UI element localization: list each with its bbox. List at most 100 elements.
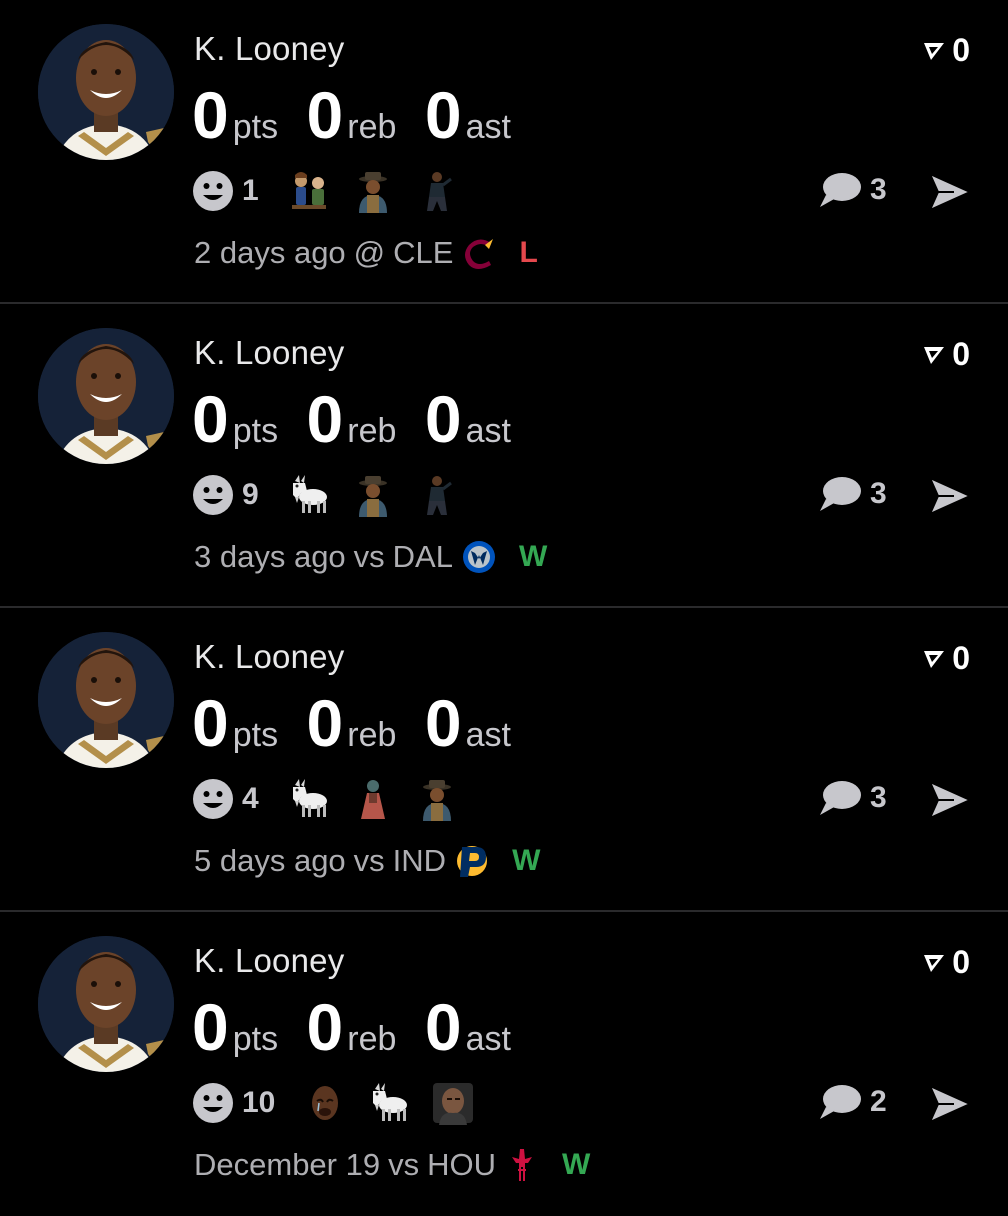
player-name[interactable]: K. Looney bbox=[194, 942, 344, 980]
feed-post[interactable]: K. Looney 0 pts 0 reb 0 ast 0 4 3 5 days ag… bbox=[0, 608, 1008, 912]
comment-icon bbox=[820, 477, 861, 511]
comments-button[interactable]: 2 bbox=[818, 1082, 887, 1122]
game-time: December 19 bbox=[194, 1147, 381, 1182]
hat-man-emoji[interactable] bbox=[415, 777, 459, 821]
toy-figures-emoji[interactable] bbox=[287, 169, 331, 213]
reactions-bar[interactable]: 9 bbox=[192, 472, 479, 518]
stat-line: 0 pts 0 reb 0 ast bbox=[192, 992, 535, 1062]
stat-points: 0 pts bbox=[192, 992, 278, 1062]
mavericks-logo bbox=[461, 539, 497, 575]
comments-button[interactable]: 3 bbox=[818, 474, 887, 514]
person-emoji[interactable] bbox=[351, 777, 395, 821]
game-result: L bbox=[519, 236, 538, 269]
stat-unit: ast bbox=[465, 108, 511, 146]
reaction-count: 1 bbox=[242, 174, 259, 207]
game-connector: @ bbox=[353, 235, 386, 270]
pacers-logo bbox=[454, 843, 490, 879]
stat-points: 0 pts bbox=[192, 80, 278, 150]
game-connector: vs bbox=[388, 1147, 420, 1182]
upvote-icon bbox=[924, 42, 945, 60]
goat-emoji[interactable] bbox=[367, 1081, 411, 1125]
share-icon[interactable] bbox=[928, 476, 972, 516]
stat-unit: reb bbox=[347, 108, 397, 146]
upvote-icon bbox=[924, 954, 945, 972]
upvote-button[interactable]: 0 bbox=[922, 32, 970, 69]
stat-unit: ast bbox=[465, 716, 511, 754]
stat-value: 0 bbox=[192, 990, 229, 1064]
reactions-bar[interactable]: 1 bbox=[192, 168, 479, 214]
share-icon[interactable] bbox=[928, 172, 972, 212]
goat-emoji[interactable] bbox=[287, 473, 331, 517]
share-icon[interactable] bbox=[928, 1084, 972, 1124]
feed-post[interactable]: K. Looney 0 pts 0 reb 0 ast 0 9 3 3 days ag… bbox=[0, 304, 1008, 608]
cavaliers-logo bbox=[461, 235, 497, 271]
player-avatar[interactable] bbox=[38, 328, 174, 464]
stat-assists: 0 ast bbox=[425, 688, 511, 758]
upvote-button[interactable]: 0 bbox=[922, 640, 970, 677]
smiley-icon[interactable] bbox=[192, 170, 234, 212]
dancing-man-emoji[interactable] bbox=[415, 473, 459, 517]
stat-unit: pts bbox=[232, 412, 279, 450]
crying-face-emoji[interactable] bbox=[303, 1081, 347, 1125]
goat-emoji[interactable] bbox=[287, 777, 331, 821]
opponent-abbr: IND bbox=[392, 843, 447, 878]
game-time: 5 days ago bbox=[194, 843, 346, 878]
stat-unit: reb bbox=[347, 1020, 397, 1058]
stat-unit: pts bbox=[232, 108, 279, 146]
dancing-man-emoji[interactable] bbox=[415, 169, 459, 213]
player-name[interactable]: K. Looney bbox=[194, 30, 344, 68]
smiley-icon[interactable] bbox=[192, 474, 234, 516]
comment-count: 3 bbox=[870, 781, 887, 814]
opponent-abbr: CLE bbox=[393, 235, 454, 270]
game-info[interactable]: December 19 vs HOU W bbox=[194, 1144, 590, 1186]
share-icon[interactable] bbox=[928, 780, 972, 820]
stat-unit: ast bbox=[465, 1020, 511, 1058]
player-name[interactable]: K. Looney bbox=[194, 638, 344, 676]
player-avatar[interactable] bbox=[38, 936, 174, 1072]
upvote-count: 0 bbox=[952, 336, 970, 372]
reactions-bar[interactable]: 4 bbox=[192, 776, 479, 822]
feed-post[interactable]: K. Looney 0 pts 0 reb 0 ast 0 1 3 2 days ag… bbox=[0, 0, 1008, 304]
hat-man-emoji[interactable] bbox=[351, 169, 395, 213]
opponent-abbr: DAL bbox=[392, 539, 453, 574]
stat-value: 0 bbox=[306, 686, 344, 760]
reactions-bar[interactable]: 10 bbox=[192, 1080, 495, 1126]
smiley-icon[interactable] bbox=[192, 1082, 234, 1124]
reaction-count: 9 bbox=[242, 478, 259, 511]
game-info[interactable]: 3 days ago vs DAL W bbox=[194, 536, 547, 578]
game-result: W bbox=[512, 844, 541, 877]
player-avatar[interactable] bbox=[38, 632, 174, 768]
game-info[interactable]: 5 days ago vs IND W bbox=[194, 840, 540, 882]
stat-value: 0 bbox=[424, 990, 462, 1064]
comment-count: 3 bbox=[870, 173, 887, 206]
stat-value: 0 bbox=[306, 78, 344, 152]
game-feed: K. Looney 0 pts 0 reb 0 ast 0 1 3 2 days ag… bbox=[0, 0, 1008, 1200]
upvote-icon bbox=[924, 650, 945, 668]
stat-value: 0 bbox=[192, 382, 229, 456]
stat-value: 0 bbox=[424, 686, 462, 760]
upvote-button[interactable]: 0 bbox=[922, 944, 970, 981]
feed-post[interactable]: K. Looney 0 pts 0 reb 0 ast 0 10 2 December… bbox=[0, 912, 1008, 1216]
comments-button[interactable]: 3 bbox=[818, 778, 887, 818]
stat-rebounds: 0 reb bbox=[307, 992, 397, 1062]
comment-count: 3 bbox=[870, 477, 887, 510]
smiley-icon[interactable] bbox=[192, 778, 234, 820]
stat-value: 0 bbox=[306, 990, 344, 1064]
man-face-emoji[interactable] bbox=[431, 1081, 475, 1125]
player-avatar[interactable] bbox=[38, 24, 174, 160]
stat-assists: 0 ast bbox=[425, 992, 511, 1062]
game-info[interactable]: 2 days ago @ CLE L bbox=[194, 232, 538, 274]
hat-man-emoji[interactable] bbox=[351, 473, 395, 517]
reaction-count: 4 bbox=[242, 782, 259, 815]
stat-points: 0 pts bbox=[192, 688, 278, 758]
stat-value: 0 bbox=[424, 78, 462, 152]
stat-unit: ast bbox=[465, 412, 511, 450]
comments-button[interactable]: 3 bbox=[818, 170, 887, 210]
player-name[interactable]: K. Looney bbox=[194, 334, 344, 372]
stat-value: 0 bbox=[192, 78, 229, 152]
game-connector: vs bbox=[353, 539, 385, 574]
stat-value: 0 bbox=[424, 382, 462, 456]
upvote-button[interactable]: 0 bbox=[922, 336, 970, 373]
rockets-logo bbox=[504, 1147, 540, 1183]
stat-unit: reb bbox=[347, 412, 397, 450]
